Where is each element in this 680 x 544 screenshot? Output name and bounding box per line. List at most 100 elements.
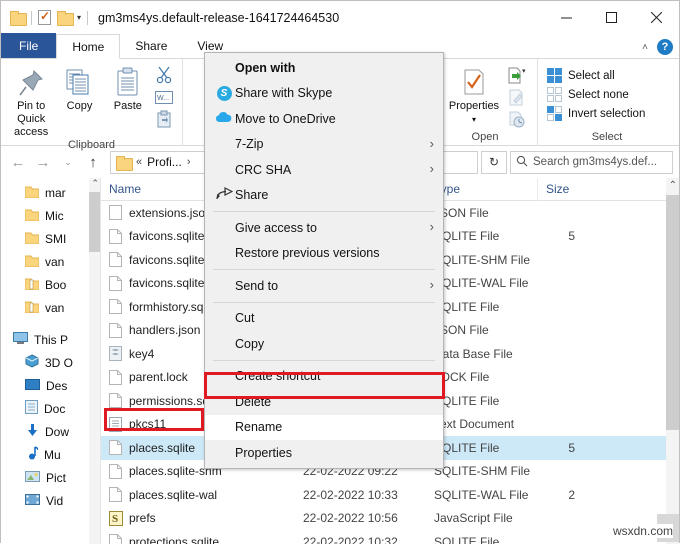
pin-to-quick-access-button[interactable]: Pin to Quick access [7, 62, 55, 139]
menu-separator [213, 269, 435, 270]
menu-item-label: Properties [235, 445, 292, 460]
new-folder-icon[interactable] [57, 11, 74, 26]
pin-icon [17, 66, 45, 100]
scroll-up-icon[interactable]: ⌃ [669, 180, 677, 191]
nav-item-2[interactable]: SMI [1, 227, 100, 250]
select-none-button[interactable]: Select none [547, 85, 629, 104]
help-icon[interactable]: ? [657, 39, 673, 55]
ribbon-help-zone: ˄ ? [642, 39, 673, 55]
nav-item-3[interactable]: van [1, 250, 100, 273]
open-icon[interactable]: ▾ [505, 65, 529, 85]
scroll-up-icon[interactable]: ⌃ [91, 178, 99, 189]
back-button[interactable]: ← [7, 151, 29, 173]
menu-item-share-with-skype[interactable]: S Share with Skype [205, 81, 443, 107]
file-list-scroll-thumb[interactable] [666, 195, 679, 430]
paste-shortcut-icon[interactable] [152, 109, 176, 129]
table-row[interactable]: protections.sqlite 22-02-2022 10:32 SQLITE… [101, 530, 679, 544]
nav-item-1[interactable]: Mic [1, 204, 100, 227]
nav-item-music[interactable]: Mu [1, 443, 100, 466]
nav-item-0[interactable]: mar [1, 181, 100, 204]
nav-pane-scroll-thumb[interactable] [89, 192, 100, 252]
nav-item-downloads[interactable]: Dow [1, 420, 100, 443]
recent-locations-button[interactable]: ⌄ [57, 151, 79, 173]
history-icon[interactable] [505, 109, 529, 129]
file-name-label: extensions.json [129, 205, 212, 220]
breadcrumb-chevron-icon[interactable]: › [187, 156, 191, 168]
menu-item-delete[interactable]: Delete [205, 389, 443, 415]
copy-label: Copy [66, 100, 93, 112]
pictures-icon [25, 470, 40, 486]
nav-item-documents[interactable]: Doc [1, 397, 100, 420]
menu-item-restore-previous-versions[interactable]: Restore previous versions [205, 241, 443, 267]
properties-icon[interactable] [38, 9, 51, 25]
table-row[interactable]: places.sqlite-wal 22-02-2022 10:33 SQLITE-… [101, 483, 679, 507]
up-button[interactable]: ↑ [82, 151, 104, 173]
file-icon [109, 463, 122, 479]
file-name-label: handlers.json [129, 323, 201, 338]
menu-item-move-to-onedrive[interactable]: Move to OneDrive [205, 106, 443, 132]
table-row[interactable]: Sprefs 22-02-2022 10:56 JavaScript File [101, 507, 679, 531]
navigation-pane[interactable]: mar Mic SMI van Boo van This P 3D O Des … [1, 178, 101, 544]
tab-share[interactable]: Share [120, 33, 182, 58]
file-size-cell: 2 [568, 487, 575, 502]
nav-item-3d-objects[interactable]: 3D O [1, 351, 100, 374]
menu-item-properties[interactable]: Properties [205, 440, 443, 466]
maximize-button[interactable] [589, 1, 634, 34]
search-input[interactable]: Search gm3ms4ys.def... [510, 150, 673, 174]
nav-item-5[interactable]: van [1, 296, 100, 319]
folder-icon[interactable] [10, 11, 27, 26]
nav-item-desktop[interactable]: Des [1, 374, 100, 397]
menu-item-copy[interactable]: Copy [205, 331, 443, 357]
breadcrumb-segment[interactable]: Profi... [147, 155, 182, 169]
menu-item-open-with[interactable]: Open with [205, 55, 443, 81]
file-name-cell[interactable]: places.sqlite-wal [101, 487, 296, 503]
properties-button[interactable]: Properties ▾ [443, 62, 505, 126]
tab-file[interactable]: File [1, 33, 57, 58]
close-button[interactable] [634, 1, 679, 34]
menu-item-icon [213, 186, 235, 204]
menu-item-cut[interactable]: Cut [205, 306, 443, 332]
menu-item-crc-sha[interactable]: CRC SHA › [205, 157, 443, 183]
menu-item-send-to[interactable]: Send to › [205, 273, 443, 299]
cut-icon[interactable] [152, 65, 176, 85]
copy-path-icon[interactable]: W... [152, 87, 176, 107]
breadcrumb-overflow[interactable]: « [136, 156, 142, 168]
this-pc-icon [13, 331, 28, 348]
menu-item-create-shortcut[interactable]: Create shortcut [205, 364, 443, 390]
forward-button[interactable]: → [32, 151, 54, 173]
folder-icon [24, 208, 40, 224]
tab-home[interactable]: Home [56, 34, 121, 59]
quick-access-toolbar: ▾ [1, 9, 89, 26]
nav-item-this-pc[interactable]: This P [1, 328, 100, 351]
nav-item-label: Dow [45, 424, 70, 439]
column-header-size[interactable]: Size [538, 178, 578, 201]
refresh-button[interactable]: ↻ [481, 150, 507, 174]
svg-text:W...: W... [157, 95, 169, 102]
file-name-label: places.sqlite [129, 440, 196, 455]
file-icon [109, 393, 122, 409]
minimize-button[interactable] [544, 1, 589, 34]
menu-item-7-zip[interactable]: 7-Zip › [205, 132, 443, 158]
select-none-icon [547, 87, 562, 102]
nav-item-pictures[interactable]: Pict [1, 466, 100, 489]
chevron-down-icon[interactable]: ▾ [472, 113, 476, 126]
paste-button[interactable]: Paste [104, 62, 152, 113]
menu-item-give-access-to[interactable]: Give access to › [205, 215, 443, 241]
edit-icon[interactable] [505, 87, 529, 107]
file-list-scrollbar[interactable]: ⌃ [666, 178, 679, 544]
menu-item-share[interactable]: Share [205, 183, 443, 209]
invert-selection-button[interactable]: Invert selection [547, 104, 645, 123]
select-all-button[interactable]: Select all [547, 66, 615, 85]
ribbon-group-open: Properties ▾ ▾ Open [433, 59, 538, 146]
file-name-cell[interactable]: Sprefs [101, 510, 296, 526]
nav-item-videos[interactable]: Vid [1, 489, 100, 512]
nav-pane-scrollbar[interactable]: ⌃ [89, 178, 100, 544]
menu-item-rename[interactable]: Rename [205, 414, 443, 440]
clipboard-small-buttons: W... [152, 62, 176, 129]
collapse-ribbon-button[interactable]: ˄ [642, 42, 648, 53]
file-name-label: parent.lock [129, 370, 188, 385]
copy-button[interactable]: Copy [55, 62, 103, 113]
context-menu[interactable]: Open with S Share with Skype Move to OneDri… [204, 52, 444, 469]
nav-item-4[interactable]: Boo [1, 273, 100, 296]
chevron-down-icon[interactable]: ▾ [77, 13, 81, 22]
